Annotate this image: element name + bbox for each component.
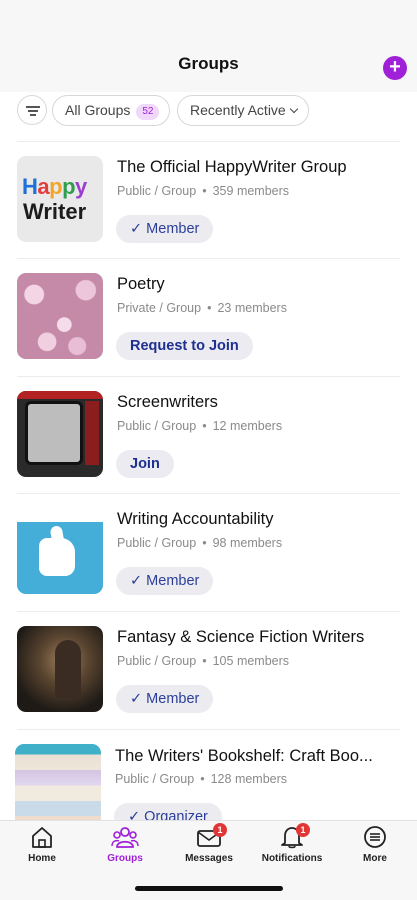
meta-separator: • — [202, 419, 207, 433]
group-row[interactable]: Poetry Private / Group • 23 members Reques… — [0, 258, 417, 376]
filter-icon-line — [28, 110, 38, 112]
sort-label: Recently Active — [190, 102, 286, 118]
group-thumbnail-happywriter: Happy Writer — [17, 156, 103, 242]
add-group-button[interactable]: + — [383, 56, 407, 80]
group-meta: Public / Group • 98 members — [117, 536, 282, 550]
filter-bar: All Groups 52 Recently Active — [0, 95, 417, 129]
nav-notifications[interactable]: 1 Notifications — [252, 823, 332, 869]
all-groups-filter[interactable]: All Groups 52 — [52, 95, 170, 126]
notifications-badge: 1 — [296, 823, 310, 837]
member-button[interactable]: ✓ Member — [116, 567, 214, 595]
group-name: Writing Accountability — [117, 510, 274, 528]
group-members: 23 members — [217, 301, 287, 315]
sort-dropdown[interactable]: Recently Active — [177, 95, 309, 126]
group-name: Poetry — [117, 275, 165, 293]
home-indicator — [135, 886, 283, 891]
group-row[interactable]: Fantasy & Science Fiction Writers Public… — [0, 611, 417, 729]
group-name: The Official HappyWriter Group — [117, 158, 347, 176]
nav-messages-label: Messages — [185, 853, 233, 864]
organizer-button[interactable]: ✓ Organizer — [114, 803, 222, 820]
nav-messages[interactable]: 1 Messages — [169, 823, 249, 869]
mail-icon: 1 — [195, 823, 227, 849]
more-icon — [361, 825, 389, 849]
member-button[interactable]: ✓ Member — [116, 215, 214, 243]
nav-notifications-label: Notifications — [261, 853, 323, 864]
tv-screen — [25, 401, 83, 465]
plus-icon: + — [389, 56, 401, 78]
nav-more[interactable]: More — [335, 825, 415, 869]
group-members: 105 members — [212, 654, 290, 668]
group-row[interactable]: Happy Writer The Official HappyWriter Gr… — [0, 141, 417, 259]
group-meta: Public / Group • 128 members — [115, 772, 287, 786]
group-members: 128 members — [210, 772, 288, 786]
group-row[interactable]: Screenwriters Public / Group • 12 members … — [0, 376, 417, 494]
meta-separator: • — [200, 772, 205, 786]
member-button[interactable]: ✓ Member — [116, 685, 214, 713]
nav-home[interactable]: Home — [2, 825, 82, 869]
group-row[interactable]: Writing Accountability Public / Group • 98… — [0, 493, 417, 611]
filter-icon — [26, 106, 40, 108]
filter-button[interactable] — [17, 95, 47, 125]
tv-top — [17, 391, 103, 399]
happywriter-logo-text: Writer — [23, 199, 87, 224]
groups-icon — [111, 825, 139, 849]
group-thumbnail-screenwriters — [17, 391, 103, 477]
filter-icon-line — [30, 114, 36, 116]
group-thumbnail-accountability — [17, 508, 103, 594]
groups-count-badge: 52 — [136, 104, 160, 120]
group-name: Fantasy & Science Fiction Writers — [117, 628, 365, 646]
group-privacy: Public / Group — [117, 184, 197, 198]
thumbnail-figure — [55, 640, 81, 698]
group-meta: Public / Group • 105 members — [117, 654, 289, 668]
tv-panel — [85, 401, 99, 465]
request-to-join-button[interactable]: Request to Join — [116, 332, 253, 360]
group-name: Screenwriters — [117, 393, 218, 411]
group-privacy: Public / Group — [117, 419, 197, 433]
nav-groups-label: Groups — [107, 853, 143, 864]
page-title: Groups — [178, 54, 239, 73]
group-privacy: Private / Group — [117, 301, 202, 315]
nav-home-label: Home — [28, 853, 56, 864]
group-members: 98 members — [212, 536, 283, 550]
group-name: The Writers' Bookshelf: Craft Boo... — [115, 747, 373, 765]
meta-separator: • — [202, 184, 207, 198]
group-members: 12 members — [212, 419, 283, 433]
bell-icon: 1 — [278, 823, 310, 849]
home-icon — [28, 825, 56, 849]
group-members: 359 members — [212, 184, 290, 198]
group-thumbnail-fantasy — [17, 626, 103, 712]
group-meta: Public / Group • 12 members — [117, 419, 282, 433]
meta-separator: • — [207, 301, 212, 315]
nav-more-label: More — [363, 853, 387, 864]
group-thumbnail-bookshelf — [15, 744, 101, 820]
nav-groups[interactable]: Groups — [85, 825, 165, 869]
meta-separator: • — [202, 536, 207, 550]
thumbs-up-hand — [39, 538, 75, 576]
chevron-down-icon — [289, 104, 298, 114]
app-header: Groups + — [0, 0, 417, 92]
join-button[interactable]: Join — [116, 450, 174, 478]
group-privacy: Public / Group — [115, 772, 195, 786]
happywriter-logo: Happy — [22, 174, 87, 199]
all-groups-label: All Groups — [65, 102, 131, 118]
group-privacy: Public / Group — [117, 654, 197, 668]
group-row[interactable]: The Writers' Bookshelf: Craft Boo... Pub… — [0, 729, 417, 820]
group-privacy: Public / Group — [117, 536, 197, 550]
messages-badge: 1 — [213, 823, 227, 837]
group-meta: Private / Group • 23 members — [117, 301, 287, 315]
group-meta: Public / Group • 359 members — [117, 184, 289, 198]
meta-separator: • — [202, 654, 207, 668]
group-thumbnail-poetry — [17, 273, 103, 359]
